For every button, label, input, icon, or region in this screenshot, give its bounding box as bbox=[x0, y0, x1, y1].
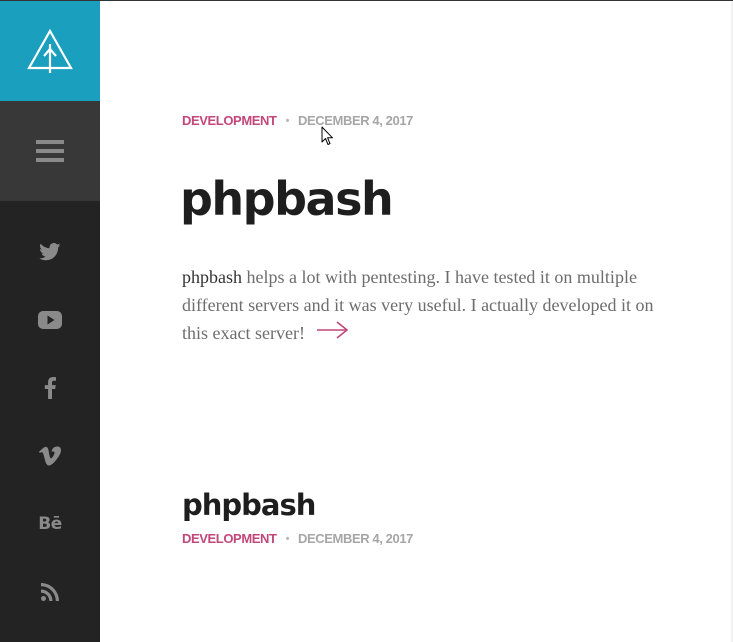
tree-logo-icon bbox=[27, 28, 73, 73]
read-more-button[interactable] bbox=[316, 319, 349, 347]
post-title[interactable]: phpbash bbox=[180, 169, 394, 229]
post-excerpt: phpbash helps a lot with pentesting. I h… bbox=[182, 263, 672, 349]
sidebar: Bē bbox=[0, 1, 100, 642]
site-logo[interactable] bbox=[0, 1, 100, 101]
excerpt-text: helps a lot with pentesting. I have test… bbox=[182, 267, 654, 343]
vimeo-link[interactable] bbox=[0, 422, 100, 490]
post-category-link[interactable]: DEVELOPMENT bbox=[182, 113, 277, 128]
post-meta: DEVELOPMENT • DECEMBER 4, 2017 bbox=[182, 113, 413, 128]
post-date-link[interactable]: DECEMBER 4, 2017 bbox=[298, 113, 413, 128]
youtube-link[interactable] bbox=[0, 286, 100, 354]
hamburger-menu-icon bbox=[36, 140, 64, 162]
behance-link[interactable]: Bē bbox=[0, 490, 100, 558]
facebook-link[interactable] bbox=[0, 354, 100, 422]
rss-icon bbox=[41, 583, 59, 601]
arrow-right-icon bbox=[316, 321, 349, 339]
post-title[interactable]: phpbash bbox=[182, 485, 316, 525]
mouse-cursor-icon bbox=[321, 126, 333, 145]
meta-separator: • bbox=[285, 114, 290, 127]
facebook-icon bbox=[44, 377, 56, 399]
post-meta: DEVELOPMENT • DECEMBER 4, 2017 bbox=[182, 531, 413, 546]
youtube-icon bbox=[38, 311, 62, 329]
meta-separator: • bbox=[285, 532, 290, 545]
page: Bē DEVELOPMENT • DECEMBER 4, 2017 phpbas… bbox=[0, 0, 733, 642]
twitter-link[interactable] bbox=[0, 218, 100, 286]
post-date-link[interactable]: DECEMBER 4, 2017 bbox=[298, 531, 413, 546]
vimeo-icon bbox=[39, 446, 61, 466]
twitter-icon bbox=[39, 243, 61, 261]
rss-link[interactable] bbox=[0, 558, 100, 626]
excerpt-highlight: phpbash bbox=[182, 267, 242, 287]
behance-icon: Bē bbox=[38, 514, 62, 534]
post-category-link[interactable]: DEVELOPMENT bbox=[182, 531, 277, 546]
menu-toggle-button[interactable] bbox=[0, 101, 100, 201]
